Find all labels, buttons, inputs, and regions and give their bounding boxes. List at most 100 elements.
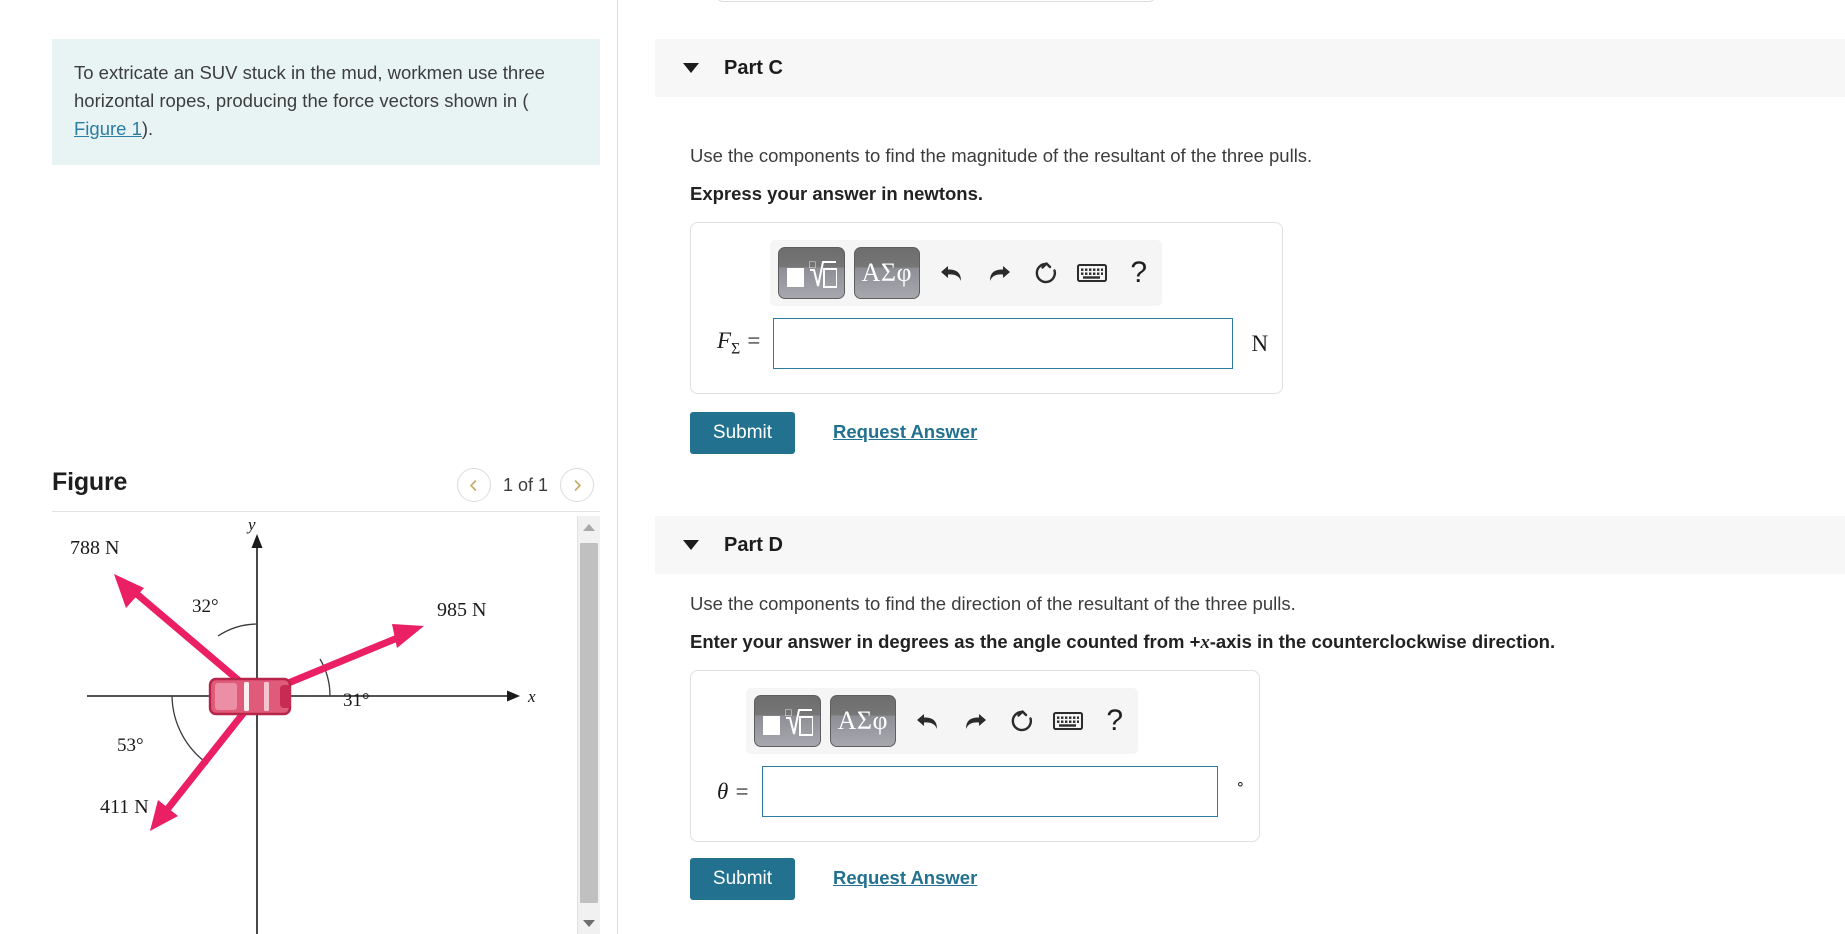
vector-label-985: 985 N: [437, 599, 486, 621]
problem-page: To extricate an SUV stuck in the mud, wo…: [0, 0, 1845, 934]
reset-button[interactable]: [998, 699, 1045, 743]
undo-button[interactable]: [929, 251, 976, 295]
right-panel: Part C Use the components to find the ma…: [618, 0, 1845, 934]
part-d-answer-input[interactable]: [761, 766, 1218, 817]
part-c-prompt: Use the components to find the magnitude…: [690, 145, 1313, 166]
help-button[interactable]: ?: [1091, 699, 1138, 743]
part-c-header[interactable]: Part C: [655, 39, 1845, 97]
figure-viewport: x y 788 N 985 N 411 N 32° 31° 53°: [52, 516, 600, 934]
problem-line-2: horizontal ropes, producing the force ve…: [74, 90, 529, 112]
left-panel: To extricate an SUV stuck in the mud, wo…: [0, 0, 617, 934]
help-label: ?: [1106, 704, 1124, 737]
math-template-button[interactable]: □: [778, 247, 845, 299]
part-d-title: Part D: [724, 533, 783, 556]
reset-circular-arrow-icon: [1035, 262, 1056, 284]
figure-header: Figure 1 of 1: [52, 460, 600, 518]
part-c-instruction: Express your answer in newtons.: [690, 183, 984, 204]
math-template-icon: □: [787, 259, 838, 288]
greek-symbols-button[interactable]: ΑΣφ: [829, 695, 897, 747]
redo-arrow-icon: [965, 714, 986, 729]
part-c-submit-button[interactable]: Submit: [690, 412, 795, 454]
force-vector-diagram: x y 788 N 985 N 411 N 32° 31° 53°: [52, 516, 577, 934]
part-c-title: Part C: [724, 56, 783, 79]
help-button[interactable]: ?: [1115, 251, 1162, 295]
part-d-field-label: θ =: [717, 778, 750, 804]
x-axis-label: x: [527, 687, 536, 706]
part-d-header[interactable]: Part D: [655, 516, 1845, 574]
figure-1-link[interactable]: Figure 1: [74, 118, 142, 139]
reset-button[interactable]: [1022, 251, 1069, 295]
part-c-unit-label: N: [1251, 330, 1269, 356]
scroll-down-button[interactable]: [578, 912, 600, 934]
angle-arc-32: [217, 623, 258, 637]
problem-line-1: To extricate an SUV stuck in the mud, wo…: [74, 62, 545, 83]
part-d-instruction-post: -axis in the counterclockwise direction.: [1209, 631, 1556, 652]
figure-next-button[interactable]: [560, 468, 594, 502]
part-d-answer-row: θ = ∘: [717, 766, 1245, 817]
part-d-unit-label: ∘: [1235, 777, 1245, 793]
problem-statement-box: To extricate an SUV stuck in the mud, wo…: [52, 39, 600, 166]
greek-symbols-label: ΑΣφ: [837, 706, 888, 735]
part-d-instruction-var: x: [1200, 633, 1210, 653]
redo-button[interactable]: [976, 251, 1023, 295]
figure-pager: 1 of 1: [456, 468, 594, 502]
scrollbar-thumb[interactable]: [580, 543, 598, 903]
part-c-request-answer-link[interactable]: Request Answer: [833, 421, 977, 443]
force-diagram-svg: x y 788 N 985 N 411 N 32° 31° 53°: [70, 516, 536, 934]
chevron-right-icon: [574, 479, 581, 491]
part-c-answer-row: FΣ = N: [717, 318, 1268, 369]
caret-down-icon[interactable]: [683, 63, 699, 73]
problem-statement-text: To extricate an SUV stuck in the mud, wo…: [74, 59, 578, 143]
figure-prev-button[interactable]: [456, 468, 491, 502]
keyboard-icon: [1053, 712, 1084, 730]
undo-button[interactable]: [905, 699, 952, 743]
vector-label-788: 788 N: [70, 537, 119, 559]
math-template-button[interactable]: □: [754, 695, 821, 747]
help-label: ?: [1130, 256, 1148, 289]
vector-411N: [150, 692, 261, 831]
greek-symbols-label: ΑΣφ: [861, 258, 912, 287]
scroll-up-button[interactable]: [578, 516, 600, 538]
redo-button[interactable]: [952, 699, 999, 743]
angle-label-31: 31°: [343, 690, 370, 711]
y-axis-arrowhead: [251, 534, 263, 548]
figure-divider: [52, 511, 600, 512]
figure-scrollbar[interactable]: [577, 516, 600, 934]
part-c-math-toolbar: □ ΑΣφ ?: [770, 240, 1162, 306]
chevron-left-icon: [470, 479, 477, 491]
redo-arrow-icon: [989, 266, 1010, 281]
caret-down-icon[interactable]: [683, 540, 699, 550]
x-axis-arrowhead: [507, 690, 520, 702]
math-template-icon: □: [763, 707, 814, 736]
problem-text-tail: ).: [141, 118, 154, 140]
scroll-up-arrow-icon: [583, 523, 595, 531]
part-c-answer-input[interactable]: [773, 318, 1234, 369]
keyboard-icon: [1077, 264, 1108, 282]
angle-label-32: 32°: [192, 596, 219, 617]
vector-788N: [114, 574, 261, 700]
previous-answer-box-stub: [716, 0, 1156, 2]
angle-label-53: 53°: [117, 735, 144, 756]
undo-arrow-icon: [941, 266, 962, 281]
angle-arc-53: [171, 695, 209, 765]
part-d-prompt: Use the components to find the direction…: [690, 593, 1296, 614]
part-d-request-answer-link[interactable]: Request Answer: [833, 867, 977, 889]
part-c-answer-box: □ ΑΣφ ? FΣ = N: [690, 222, 1283, 394]
y-axis-label: y: [246, 516, 256, 534]
figure-pager-label: 1 of 1: [502, 474, 548, 495]
reset-circular-arrow-icon: [1011, 710, 1032, 732]
part-d-answer-box: □ ΑΣφ ? θ = ∘: [690, 670, 1260, 842]
part-d-math-toolbar: □ ΑΣφ ?: [746, 688, 1138, 754]
vector-label-411: 411 N: [100, 796, 149, 818]
scroll-down-arrow-icon: [583, 919, 595, 927]
part-d-submit-button[interactable]: Submit: [690, 858, 795, 900]
keyboard-button[interactable]: [1045, 699, 1092, 743]
suv-icon: [208, 677, 292, 716]
part-c-field-label: FΣ =: [717, 328, 762, 358]
part-d-instruction-pre: Enter your answer in degrees as the angl…: [690, 631, 1201, 652]
keyboard-button[interactable]: [1069, 251, 1116, 295]
undo-arrow-icon: [917, 714, 938, 729]
figure-title: Figure: [52, 468, 128, 496]
greek-symbols-button[interactable]: ΑΣφ: [853, 247, 921, 299]
part-d-instruction: Enter your answer in degrees as the angl…: [690, 631, 1555, 654]
